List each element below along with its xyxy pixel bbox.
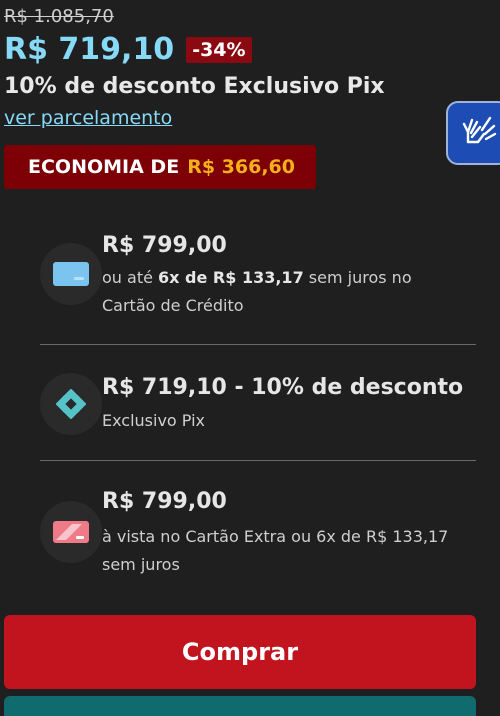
- pix-icon: [40, 373, 102, 435]
- divider: [40, 344, 476, 345]
- discount-badge: -34%: [186, 36, 252, 63]
- store-card-price: R$ 799,00: [102, 489, 227, 514]
- pix-desc: Exclusivo Pix: [102, 411, 206, 430]
- pix-price: R$ 719,10 - 10% de desconto: [102, 375, 464, 400]
- payment-option-pix: R$ 719,10 - 10% de desconto Exclusivo Pi…: [40, 373, 476, 443]
- credit-installment-text: ou até 6x de R$ 133,17 sem juros no Cart…: [102, 268, 412, 315]
- pix-discount-text: 10% de desconto Exclusivo Pix: [4, 74, 385, 99]
- store-card-icon: [40, 501, 102, 563]
- price-row: R$ 719,10 -34%: [4, 32, 252, 67]
- economy-label: ECONOMIA DE: [28, 156, 180, 178]
- divider: [40, 460, 476, 461]
- store-card-desc: à vista no Cartão Extra ou 6x de R$ 133,…: [102, 527, 449, 574]
- accessibility-button[interactable]: [446, 101, 500, 165]
- old-price: R$ 1.085,70: [4, 6, 114, 27]
- installments-link[interactable]: ver parcelamento: [4, 107, 172, 129]
- credit-price: R$ 799,00: [102, 233, 227, 258]
- payment-option-store-card: R$ 799,00 à vista no Cartão Extra ou 6x …: [40, 489, 476, 589]
- economy-banner: ECONOMIA DE R$ 366,60: [4, 145, 316, 189]
- current-price: R$ 719,10: [4, 32, 175, 67]
- credit-card-icon: [40, 243, 102, 305]
- payment-option-credit: R$ 799,00 ou até 6x de R$ 133,17 sem jur…: [40, 233, 476, 333]
- buy-button[interactable]: Comprar: [4, 615, 476, 689]
- sign-language-icon: [460, 112, 498, 154]
- secondary-button[interactable]: [4, 696, 476, 716]
- economy-value: R$ 366,60: [187, 156, 295, 178]
